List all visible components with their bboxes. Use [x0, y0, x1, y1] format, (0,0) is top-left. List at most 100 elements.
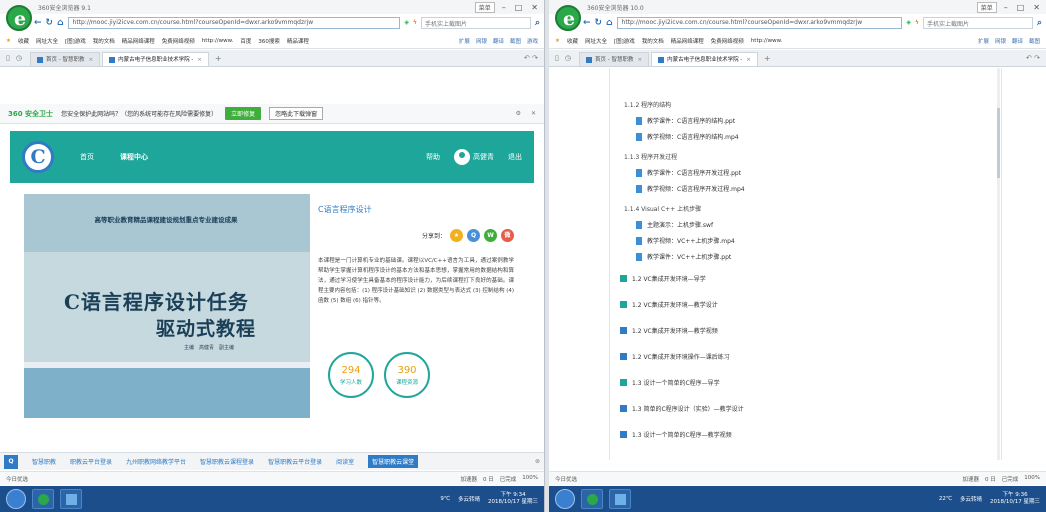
sidebar-icon[interactable]: ▯ [555, 54, 559, 62]
quick-link[interactable]: 九州职教网络教学平台 [126, 457, 186, 466]
bookmark-item[interactable]: 百度 [240, 37, 251, 45]
start-button[interactable] [555, 489, 575, 509]
clock[interactable]: 下午 9:34 2018/10/17 星期三 [488, 492, 538, 506]
tool-item[interactable]: 游戏 [527, 37, 538, 45]
start-button[interactable] [6, 489, 26, 509]
outline-item[interactable]: 1.2 VC集成开发环境—教学视频 [620, 326, 718, 335]
minimize-icon[interactable]: – [1002, 3, 1010, 12]
bookmark-item[interactable]: 免费网络视频 [711, 37, 744, 45]
status-item[interactable]: 加速器 [962, 475, 979, 483]
status-item[interactable]: 加速器 [460, 475, 477, 483]
help-link[interactable]: 帮助 [426, 152, 440, 162]
bookmark-item[interactable]: 精品网络课程 [671, 37, 704, 45]
close-icon[interactable]: ✕ [531, 110, 536, 117]
search-input[interactable]: 手机实上截图片 [922, 16, 1033, 29]
lightning-icon[interactable]: ϟ [413, 19, 417, 26]
search-icon[interactable]: ⌕ [1037, 18, 1042, 28]
bookmark-item[interactable]: http://www. [202, 38, 234, 44]
clock[interactable]: 下午 9:36 2018/10/17 星期三 [990, 492, 1040, 506]
tool-item[interactable]: 网银 [995, 37, 1006, 45]
bookmark-item[interactable]: [图]游戏 [65, 37, 86, 45]
menu-button[interactable]: 菜单 [474, 2, 495, 13]
undo-icon[interactable]: ↶ ↷ [1026, 54, 1040, 62]
outline-item[interactable]: 教学视频：C语言程序开发过程.mp4 [636, 184, 745, 193]
settings-icon[interactable]: ⚙ [516, 110, 521, 117]
status-item[interactable]: 0 日 [483, 475, 494, 483]
taskbar-browser-icon[interactable] [581, 489, 603, 509]
undo-icon[interactable]: ↶ ↷ [524, 54, 538, 62]
menu-button[interactable]: 菜单 [976, 2, 997, 13]
outline-item[interactable]: 1.2 VC集成开发环境操作—课后练习 [620, 352, 730, 361]
security-shield-icon[interactable]: ◈ [404, 19, 409, 26]
status-item[interactable]: 100% [522, 475, 538, 483]
bookmark-item[interactable]: 网址大全 [36, 37, 58, 45]
status-item[interactable]: 0 日 [985, 475, 996, 483]
bookmark-item[interactable]: 精品课程 [287, 37, 309, 45]
bookmark-item[interactable]: 收藏 [567, 37, 578, 45]
quick-link[interactable]: 职教云平台登录 [70, 457, 112, 466]
history-icon[interactable]: ◷ [565, 54, 571, 62]
outline-item[interactable]: 1.3 设计一个简单的C程序—导学 [620, 378, 720, 387]
maximize-icon[interactable]: □ [1015, 3, 1027, 12]
lightning-icon[interactable]: ϟ [915, 19, 919, 26]
history-icon[interactable]: ◷ [16, 54, 22, 62]
site-logo[interactable]: C [22, 141, 54, 173]
outline-item[interactable]: 1.3 设计一个简单的C程序—教学视频 [620, 430, 732, 439]
browser-logo-icon[interactable] [555, 5, 581, 31]
outline-item[interactable]: 1.2 VC集成开发环境—教学设计 [620, 300, 718, 309]
tab-home[interactable]: 首页 - 智慧职教 × [29, 52, 101, 66]
outline-item[interactable]: 教学课件：C语言程序的结构.ppt [636, 116, 735, 125]
tool-item[interactable]: 截图 [510, 37, 521, 45]
tool-item[interactable]: 网银 [476, 37, 487, 45]
scrollbar[interactable] [997, 68, 1000, 460]
share-wechat-icon[interactable]: W [484, 229, 497, 242]
bookmark-item[interactable]: 收藏 [18, 37, 29, 45]
refresh-icon[interactable]: ↻ [595, 18, 603, 28]
tab-course[interactable]: 内蒙古电子信息职业技术学院 - × [102, 52, 209, 66]
quick-link[interactable]: 阅读室 [336, 457, 354, 466]
share-qq-icon[interactable]: Q [467, 229, 480, 242]
fix-button[interactable]: 立即修复 [225, 107, 262, 120]
tab-course[interactable]: 内蒙古电子信息职业技术学院 - × [651, 52, 758, 66]
outline-item[interactable]: 主题演示：上机步骤.swf [636, 220, 713, 229]
outline-item[interactable]: 1.3 简单的C程序设计（实验）—教学设计 [620, 404, 744, 413]
search-input[interactable]: 手机实上截图片 [420, 16, 531, 29]
logout-link[interactable]: 退出 [508, 152, 522, 162]
status-item[interactable]: 今日优选 [555, 475, 577, 483]
status-item[interactable]: 已完成 [1002, 475, 1019, 483]
bookmark-item[interactable]: 网址大全 [585, 37, 607, 45]
tool-item[interactable]: 翻译 [1012, 37, 1023, 45]
security-shield-icon[interactable]: ◈ [906, 19, 911, 26]
close-icon[interactable]: ✕ [1031, 3, 1042, 12]
nav-home[interactable]: 首页 [80, 152, 94, 162]
bookmark-item[interactable]: 我的文档 [93, 37, 115, 45]
user-profile[interactable]: 高健青 [454, 149, 494, 165]
status-item[interactable]: 今日优选 [6, 475, 28, 483]
close-icon[interactable]: ⊗ [535, 458, 540, 465]
new-tab-icon[interactable]: + [764, 54, 771, 63]
browser-logo-icon[interactable] [6, 5, 32, 31]
outline-item[interactable]: 教学课件：C语言程序开发过程.ppt [636, 168, 741, 177]
maximize-icon[interactable]: □ [513, 3, 525, 12]
quick-link[interactable]: 智慧职教 [32, 457, 56, 466]
close-icon[interactable]: ✕ [529, 3, 540, 12]
outline-item[interactable]: 教学视频：VC++上机步骤.mp4 [636, 236, 735, 245]
tool-item[interactable]: 翻译 [493, 37, 504, 45]
bookmark-item[interactable]: 免费网络视频 [162, 37, 195, 45]
ignore-button[interactable]: 忽略此下载弹窗 [269, 107, 324, 120]
quick-link[interactable]: 智慧职教云平台登录 [268, 457, 322, 466]
minimize-icon[interactable]: – [500, 3, 508, 12]
back-icon[interactable]: ← [34, 18, 42, 28]
sidebar-icon[interactable]: ▯ [6, 54, 10, 62]
nav-course-center[interactable]: 课程中心 [120, 152, 148, 162]
new-tab-icon[interactable]: + [215, 54, 222, 63]
taskbar-browser-icon[interactable] [32, 489, 54, 509]
search-icon[interactable]: ⌕ [535, 18, 540, 28]
close-tab-icon[interactable]: × [197, 57, 202, 63]
bookmark-item[interactable]: 360搜索 [258, 37, 280, 45]
quick-link[interactable]: 智慧职教云课程登录 [200, 457, 254, 466]
home-icon[interactable]: ⌂ [57, 18, 63, 28]
close-tab-icon[interactable]: × [746, 57, 751, 63]
tool-item[interactable]: 截图 [1029, 37, 1040, 45]
share-weibo-icon[interactable]: 微 [501, 229, 514, 242]
